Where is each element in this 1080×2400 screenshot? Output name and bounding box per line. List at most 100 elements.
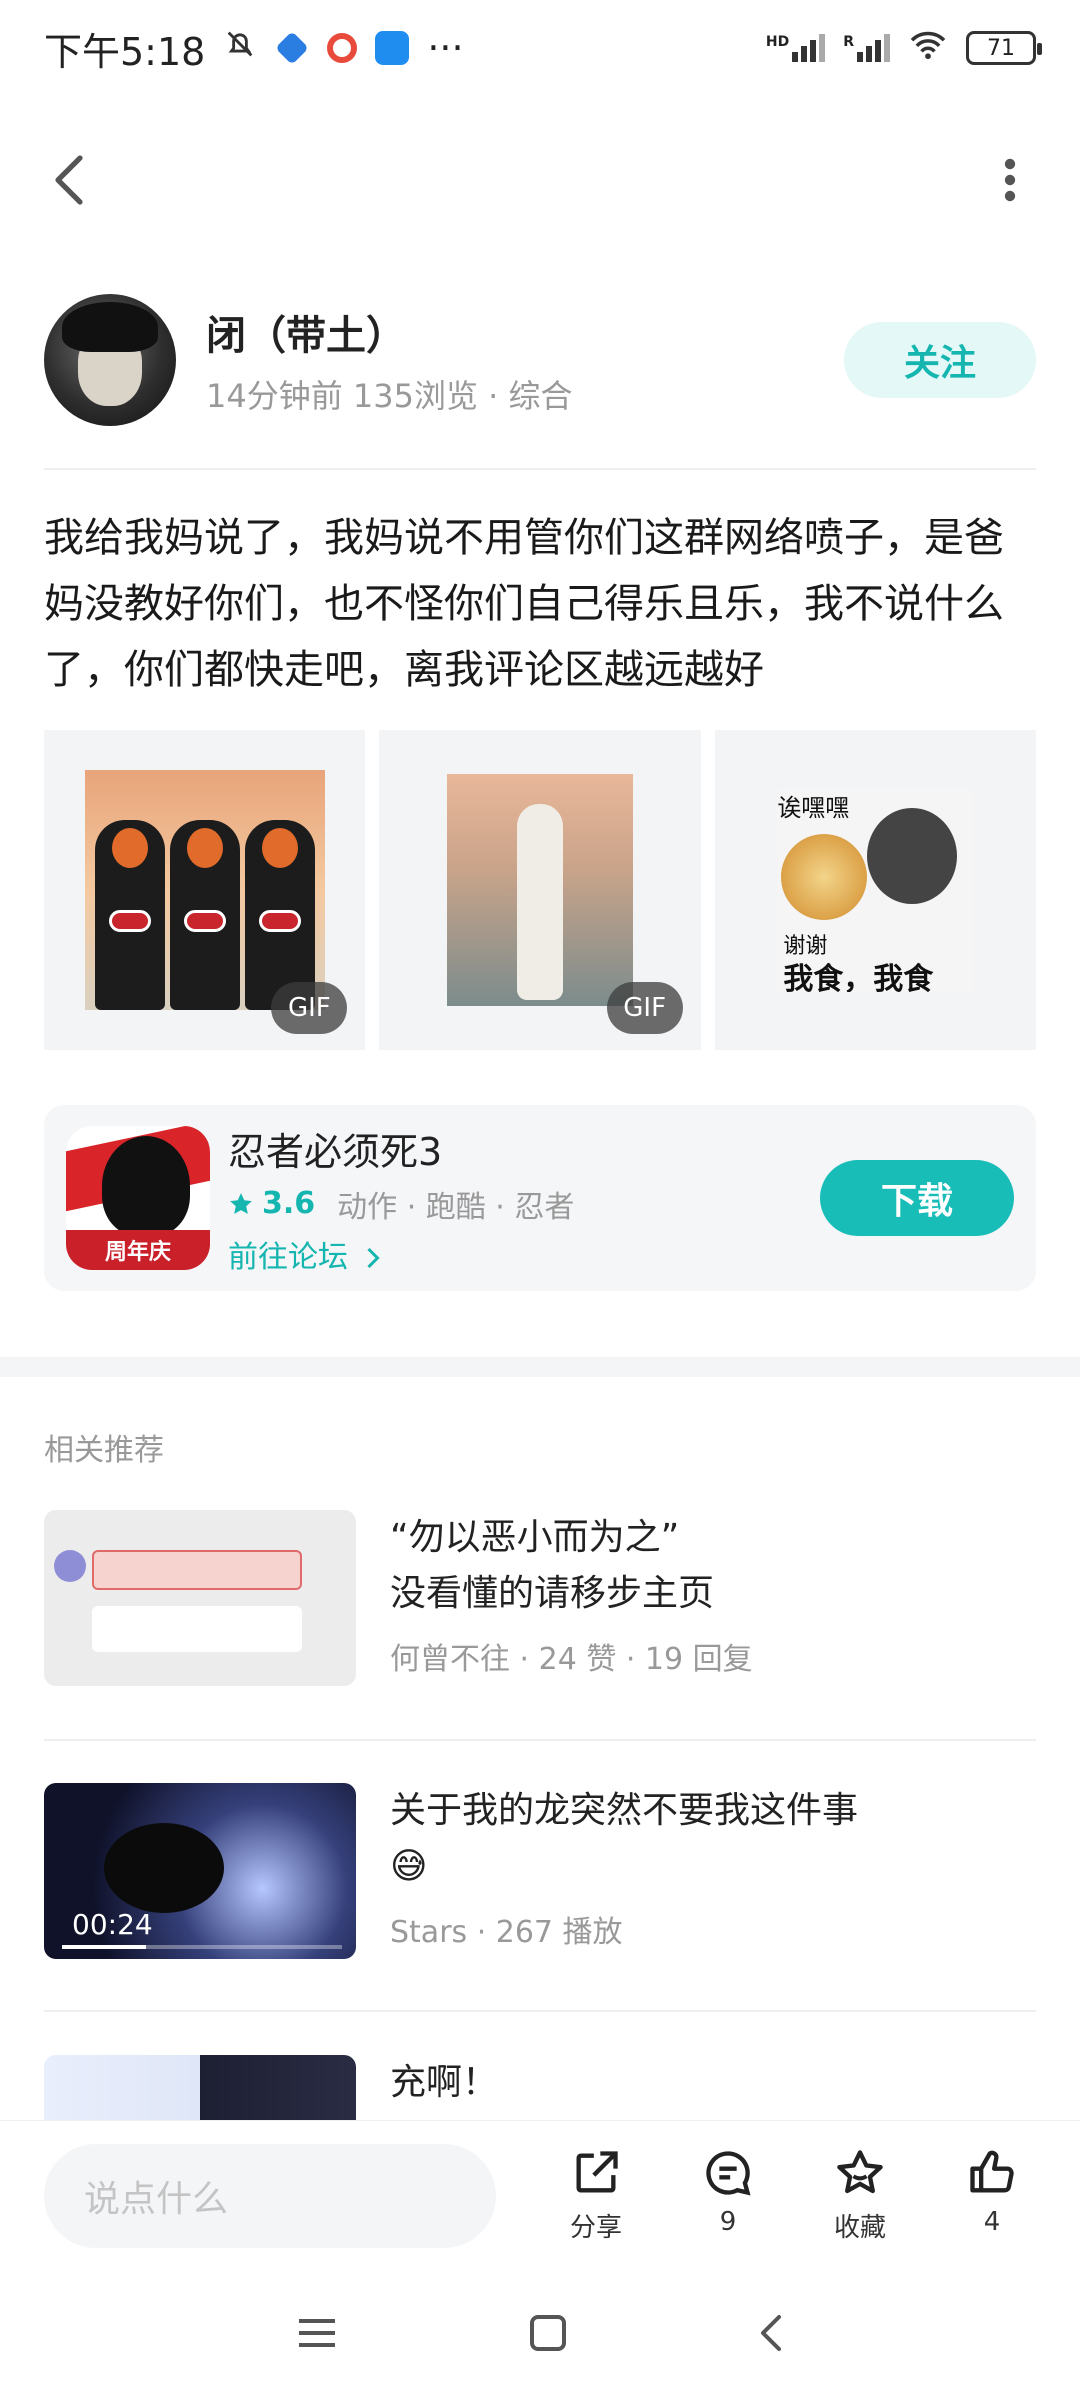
author-info: 闭（带土） 14分钟前 135浏览 · 综合 bbox=[206, 303, 573, 417]
related-title-line: 没看懂的请移步主页 bbox=[390, 1573, 715, 1614]
status-more: ··· bbox=[427, 26, 464, 70]
section-divider bbox=[0, 1357, 1080, 1377]
avatar-hair bbox=[62, 302, 158, 352]
roaming-label: R bbox=[843, 34, 854, 50]
app-notification-icon-1 bbox=[275, 31, 310, 65]
app-notification-icon-2 bbox=[327, 33, 358, 63]
author-name[interactable]: 闭（带土） bbox=[206, 303, 573, 361]
related-title-emoji: 😅 bbox=[390, 1846, 428, 1887]
chat-bubble bbox=[92, 1550, 302, 1590]
favorite-label: 收藏 bbox=[833, 2213, 886, 2243]
battery-icon: 71 bbox=[966, 31, 1042, 65]
action-buttons: 分享 9 收藏 4 bbox=[552, 2147, 1036, 2244]
video-frame-shape bbox=[104, 1823, 224, 1913]
video-duration: 00:24 bbox=[72, 1908, 153, 1941]
like-button[interactable]: 4 bbox=[948, 2147, 1036, 2244]
status-bar: 下午5:18 ··· HD R 71 bbox=[0, 0, 1080, 96]
like-count: 4 bbox=[983, 2207, 1001, 2237]
related-info: 充啊！ bbox=[390, 2055, 498, 2120]
related-video-thumbnail: 00:24 bbox=[44, 1783, 356, 1959]
post-image-1[interactable]: GIF bbox=[44, 730, 366, 1050]
related-info: 关于我的龙突然不要我这件事 😅 Stars · 267 播放 bbox=[390, 1783, 858, 1963]
menu-icon bbox=[298, 2319, 335, 2347]
chat-avatar bbox=[54, 1550, 86, 1582]
more-options-button[interactable] bbox=[980, 150, 1040, 210]
back-button[interactable] bbox=[40, 150, 100, 210]
forum-link-label: 前往论坛 bbox=[228, 1239, 348, 1275]
related-section-title: 相关推荐 bbox=[44, 1433, 164, 1468]
gif-badge: GIF bbox=[606, 982, 683, 1034]
related-meta: 何曾不往 · 24 赞 · 19 回复 bbox=[390, 1642, 753, 1677]
game-icon-ninja bbox=[102, 1136, 190, 1236]
divider bbox=[44, 1739, 1036, 1741]
game-icon: 周年庆 bbox=[66, 1126, 210, 1270]
post-image-3[interactable]: 诶嘿嘿 谢谢 我食，我食 bbox=[714, 730, 1036, 1050]
bottom-action-bar: 说点什么 分享 9 收藏 4 bbox=[0, 2120, 1080, 2270]
related-title-line: “勿以恶小而为之” bbox=[390, 1517, 680, 1558]
meme-caption-big: 我食，我食 bbox=[783, 962, 934, 992]
mute-bell-icon bbox=[223, 26, 257, 70]
video-progress-bar bbox=[62, 1945, 342, 1949]
chevron-right-icon bbox=[366, 1247, 380, 1269]
share-button[interactable]: 分享 bbox=[552, 2147, 640, 2244]
figure-1 bbox=[94, 820, 165, 1010]
post-body: 我给我妈说了，我妈说不用管你们这群网络喷子，是爸妈没教好你们，也不怪你们自己得乐… bbox=[44, 515, 1004, 693]
post-image-grid: GIF GIF 诶嘿嘿 谢谢 我食，我食 bbox=[44, 730, 1036, 1050]
related-item[interactable]: 00:24 关于我的龙突然不要我这件事 😅 Stars · 267 播放 bbox=[44, 1783, 1036, 1963]
top-nav bbox=[0, 130, 1080, 230]
related-item[interactable]: 充啊！ bbox=[44, 2055, 1036, 2120]
author-row: 闭（带土） 14分钟前 135浏览 · 综合 关注 bbox=[44, 290, 1036, 430]
menu-nav-button[interactable] bbox=[295, 2315, 339, 2355]
dancer-image bbox=[446, 774, 633, 1006]
meme-caption-top: 诶嘿嘿 bbox=[777, 794, 850, 822]
favorite-button[interactable]: 收藏 bbox=[816, 2147, 904, 2244]
game-meta: 3.6 动作 · 跑酷 · 忍者 bbox=[228, 1182, 574, 1226]
gif-badge: GIF bbox=[271, 982, 348, 1034]
comment-icon bbox=[706, 2151, 751, 2196]
star-icon bbox=[230, 1192, 252, 1214]
comment-button[interactable]: 9 bbox=[684, 2147, 772, 2244]
related-thumbnail bbox=[44, 2055, 356, 2120]
home-square-icon bbox=[529, 2315, 566, 2351]
signal-hd-icon: HD bbox=[765, 34, 826, 62]
figure-2 bbox=[169, 820, 240, 1010]
back-nav-button[interactable] bbox=[757, 2313, 785, 2357]
app-notification-icon-3 bbox=[375, 31, 410, 65]
more-vertical-icon bbox=[1004, 158, 1016, 202]
meme-image: 诶嘿嘿 谢谢 我食，我食 bbox=[777, 788, 974, 992]
download-button[interactable]: 下载 bbox=[820, 1160, 1014, 1236]
thumbs-up-icon bbox=[970, 2150, 1014, 2193]
game-title: 忍者必须死3 bbox=[228, 1129, 443, 1174]
related-title-line: 关于我的龙突然不要我这件事 bbox=[390, 1790, 859, 1831]
dancer-figure bbox=[516, 804, 563, 1000]
comment-input[interactable]: 说点什么 bbox=[44, 2143, 496, 2248]
hd-label: HD bbox=[765, 34, 790, 50]
game-card[interactable]: 周年庆 忍者必须死3 3.6 动作 · 跑酷 · 忍者 前往论坛 下载 bbox=[44, 1105, 1036, 1291]
pancake-graphic bbox=[781, 834, 868, 920]
related-meta: Stars · 267 播放 bbox=[390, 1915, 623, 1950]
related-info: “勿以恶小而为之” 没看懂的请移步主页 何曾不往 · 24 赞 · 19 回复 bbox=[390, 1510, 753, 1690]
share-label: 分享 bbox=[569, 2213, 622, 2243]
akatsuki-image bbox=[84, 770, 325, 1010]
home-nav-button[interactable] bbox=[528, 2313, 568, 2357]
post-meta: 14分钟前 135浏览 · 综合 bbox=[206, 377, 573, 415]
follow-button[interactable]: 关注 bbox=[844, 322, 1036, 398]
related-item[interactable]: “勿以恶小而为之” 没看懂的请移步主页 何曾不往 · 24 赞 · 19 回复 bbox=[44, 1510, 1036, 1690]
author-avatar[interactable] bbox=[44, 294, 176, 426]
game-icon-tag: 周年庆 bbox=[66, 1230, 210, 1270]
related-thumbnail bbox=[44, 1510, 356, 1686]
star-outline-icon bbox=[837, 2150, 883, 2194]
share-icon bbox=[576, 2151, 618, 2193]
wifi-icon bbox=[908, 26, 948, 70]
back-triangle-icon bbox=[761, 2315, 782, 2351]
system-nav-bar bbox=[0, 2270, 1080, 2400]
divider bbox=[44, 468, 1036, 470]
video-progress-fill bbox=[62, 1945, 146, 1949]
game-rating: 3.6 bbox=[262, 1186, 316, 1221]
post-image-2[interactable]: GIF bbox=[379, 730, 701, 1050]
forum-link[interactable]: 前往论坛 bbox=[228, 1232, 574, 1276]
status-time: 下午5:18 bbox=[44, 29, 206, 74]
signal-roaming-icon: R bbox=[843, 34, 890, 62]
meme-head bbox=[867, 808, 958, 904]
divider bbox=[44, 2010, 1036, 2012]
